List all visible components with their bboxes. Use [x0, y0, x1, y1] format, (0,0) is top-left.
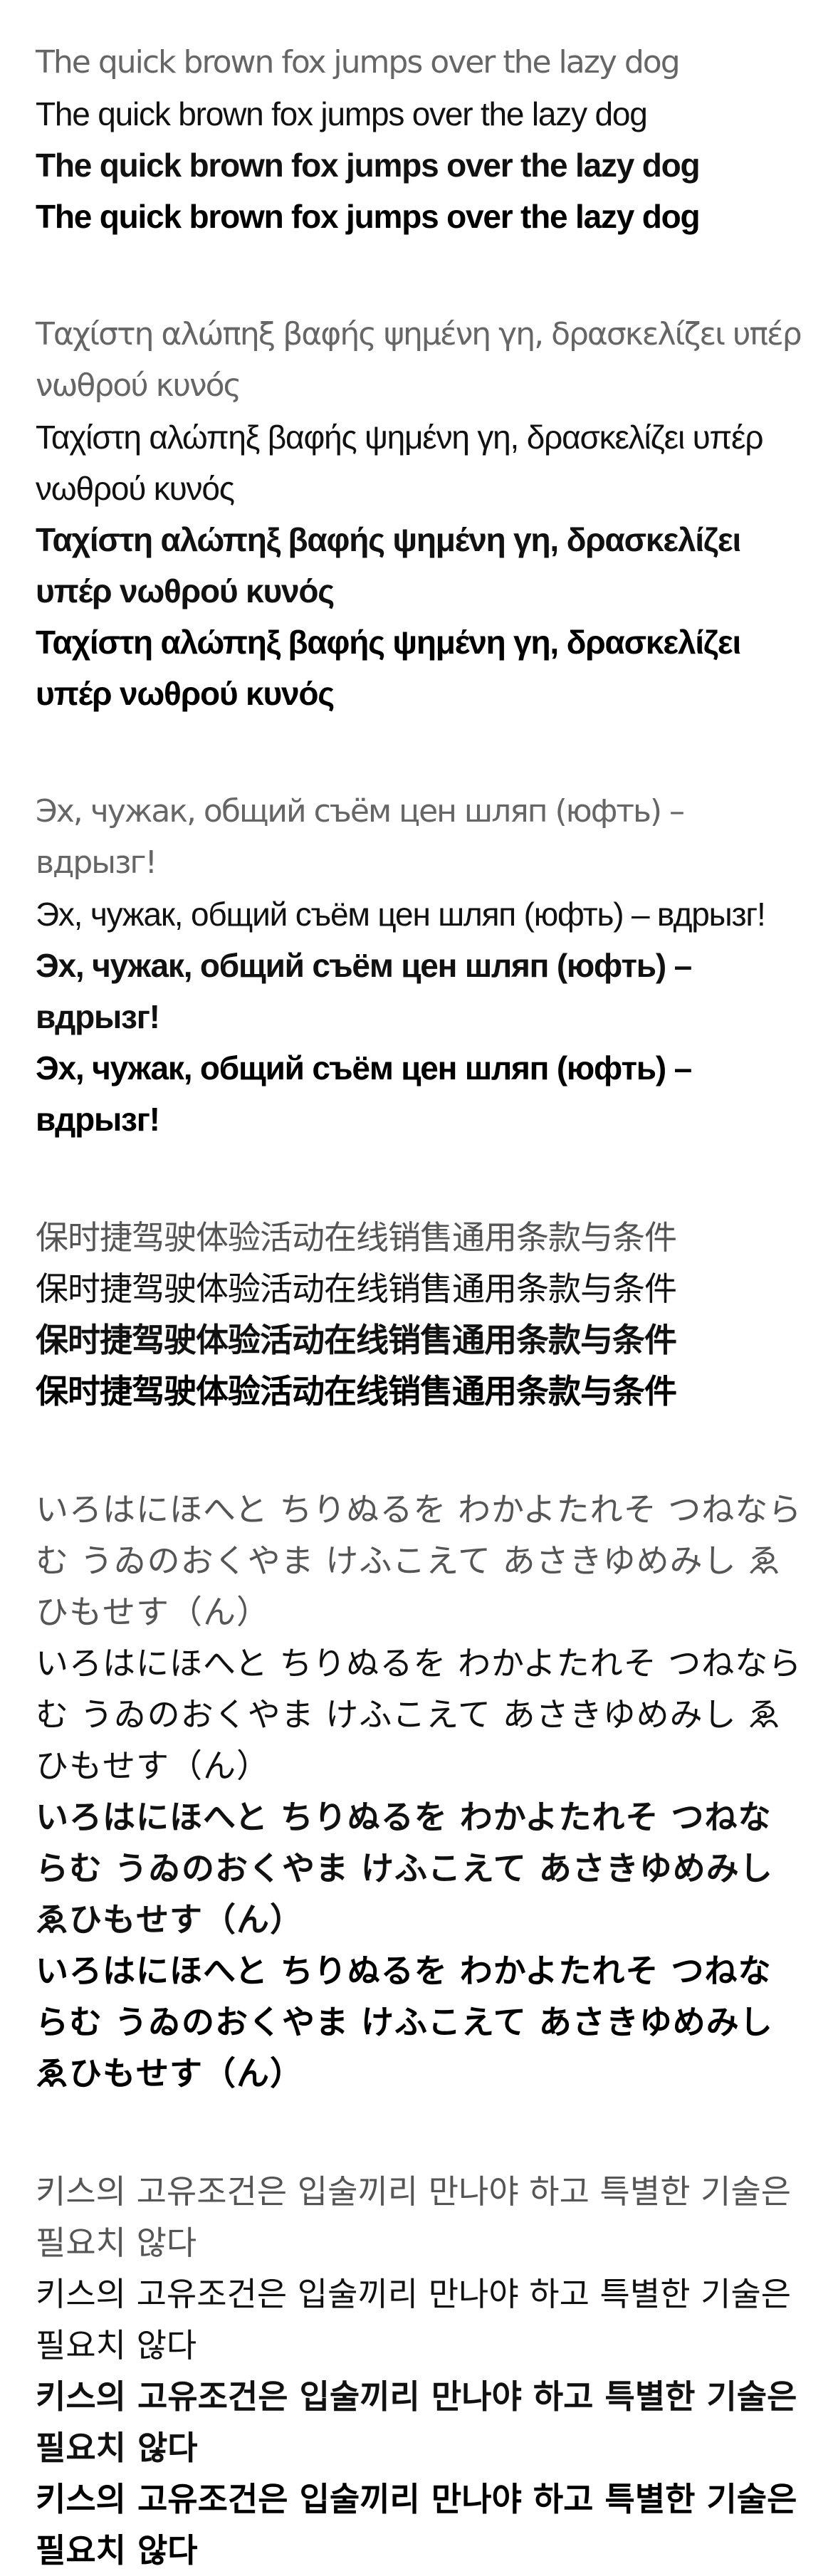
latin-black-line: The quick brown fox jumps over the lazy …: [36, 198, 701, 235]
chinese-specimen: 保时捷驾驶体验活动在线销售通用条款与条件 保时捷驾驶体验活动在线销售通用条款与条…: [36, 1212, 805, 1417]
korean-bold-line: 키스의 고유조건은 입술끼리 만나야 하고 특별한 기술은 필요치 않다: [36, 2377, 797, 2467]
greek-regular-line: Ταχίστη αλώπηξ βαφής ψημένη γη, δρασκελί…: [36, 419, 764, 507]
greek-specimen: Ταχίστη αλώπηξ βαφής ψημένη γη, δρασκελί…: [36, 309, 805, 719]
latin-regular-line: The quick brown fox jumps over the lazy …: [36, 95, 648, 132]
korean-light-line: 키스의 고유조건은 입술끼리 만나야 하고 특별한 기술은 필요치 않다: [36, 2172, 792, 2262]
japanese-bold-line: いろはにほへと ちりぬるを わかよたれそ つねならむ うゐのおくやま けふこえて…: [36, 1798, 773, 1939]
chinese-black-line: 保时捷驾驶体验活动在线销售通用条款与条件: [36, 1372, 677, 1410]
cyrillic-regular-line: Эх, чужак, общий съём цен шляп (юфть) – …: [36, 896, 766, 933]
latin-light-line: The quick brown fox jumps over the lazy …: [36, 44, 681, 80]
cyrillic-black-line: Эх, чужак, общий съём цен шляп (юфть) – …: [36, 1049, 692, 1138]
latin-bold-line: The quick brown fox jumps over the lazy …: [36, 147, 701, 184]
cyrillic-bold-line: Эх, чужак, общий съём цен шляп (юфть) – …: [36, 947, 692, 1035]
greek-light-line: Ταχίστη αλώπηξ βαφής ψημένη γη, δρασκελί…: [36, 316, 802, 404]
japanese-black-line: いろはにほへと ちりぬるを わかよたれそ つねならむ うゐのおくやま けふこえて…: [36, 1952, 773, 2093]
korean-black-line: 키스의 고유조건은 입술끼리 만나야 하고 특별한 기술은 필요치 않다: [36, 2480, 797, 2570]
chinese-bold-line: 保时捷驾驶体验活动在线销售通用条款与条件: [36, 1321, 677, 1359]
latin-specimen: The quick brown fox jumps over the lazy …: [36, 37, 805, 242]
font-specimen-page: The quick brown fox jumps over the lazy …: [36, 37, 805, 2576]
korean-specimen: 키스의 고유조건은 입술끼리 만나야 하고 특별한 기술은 필요치 않다 키스의…: [36, 2166, 805, 2576]
korean-regular-line: 키스의 고유조건은 입술끼리 만나야 하고 특별한 기술은 필요치 않다: [36, 2275, 792, 2365]
cyrillic-light-line: Эх, чужак, общий съём цен шляп (юфть) – …: [36, 793, 685, 881]
cyrillic-specimen: Эх, чужак, общий съём цен шляп (юфть) – …: [36, 786, 805, 1145]
greek-black-line: Ταχίστη αλώπηξ βαφής ψημένη γη, δρασκελί…: [36, 624, 741, 712]
chinese-regular-line: 保时捷驾驶体验活动在线销售通用条款与条件: [36, 1269, 677, 1308]
greek-bold-line: Ταχίστη αλώπηξ βαφής ψημένη γη, δρασκελί…: [36, 521, 741, 609]
chinese-light-line: 保时捷驾驶体验活动在线销售通用条款与条件: [36, 1218, 677, 1257]
japanese-specimen: いろはにほへと ちりぬるを わかよたれそ つねならむ うゐのおくやま けふこえて…: [36, 1484, 805, 2099]
japanese-light-line: いろはにほへと ちりぬるを わかよたれそ つねならむ うゐのおくやま けふこえて…: [36, 1490, 802, 1631]
japanese-regular-line: いろはにほへと ちりぬるを わかよたれそ つねならむ うゐのおくやま けふこえて…: [36, 1644, 802, 1785]
